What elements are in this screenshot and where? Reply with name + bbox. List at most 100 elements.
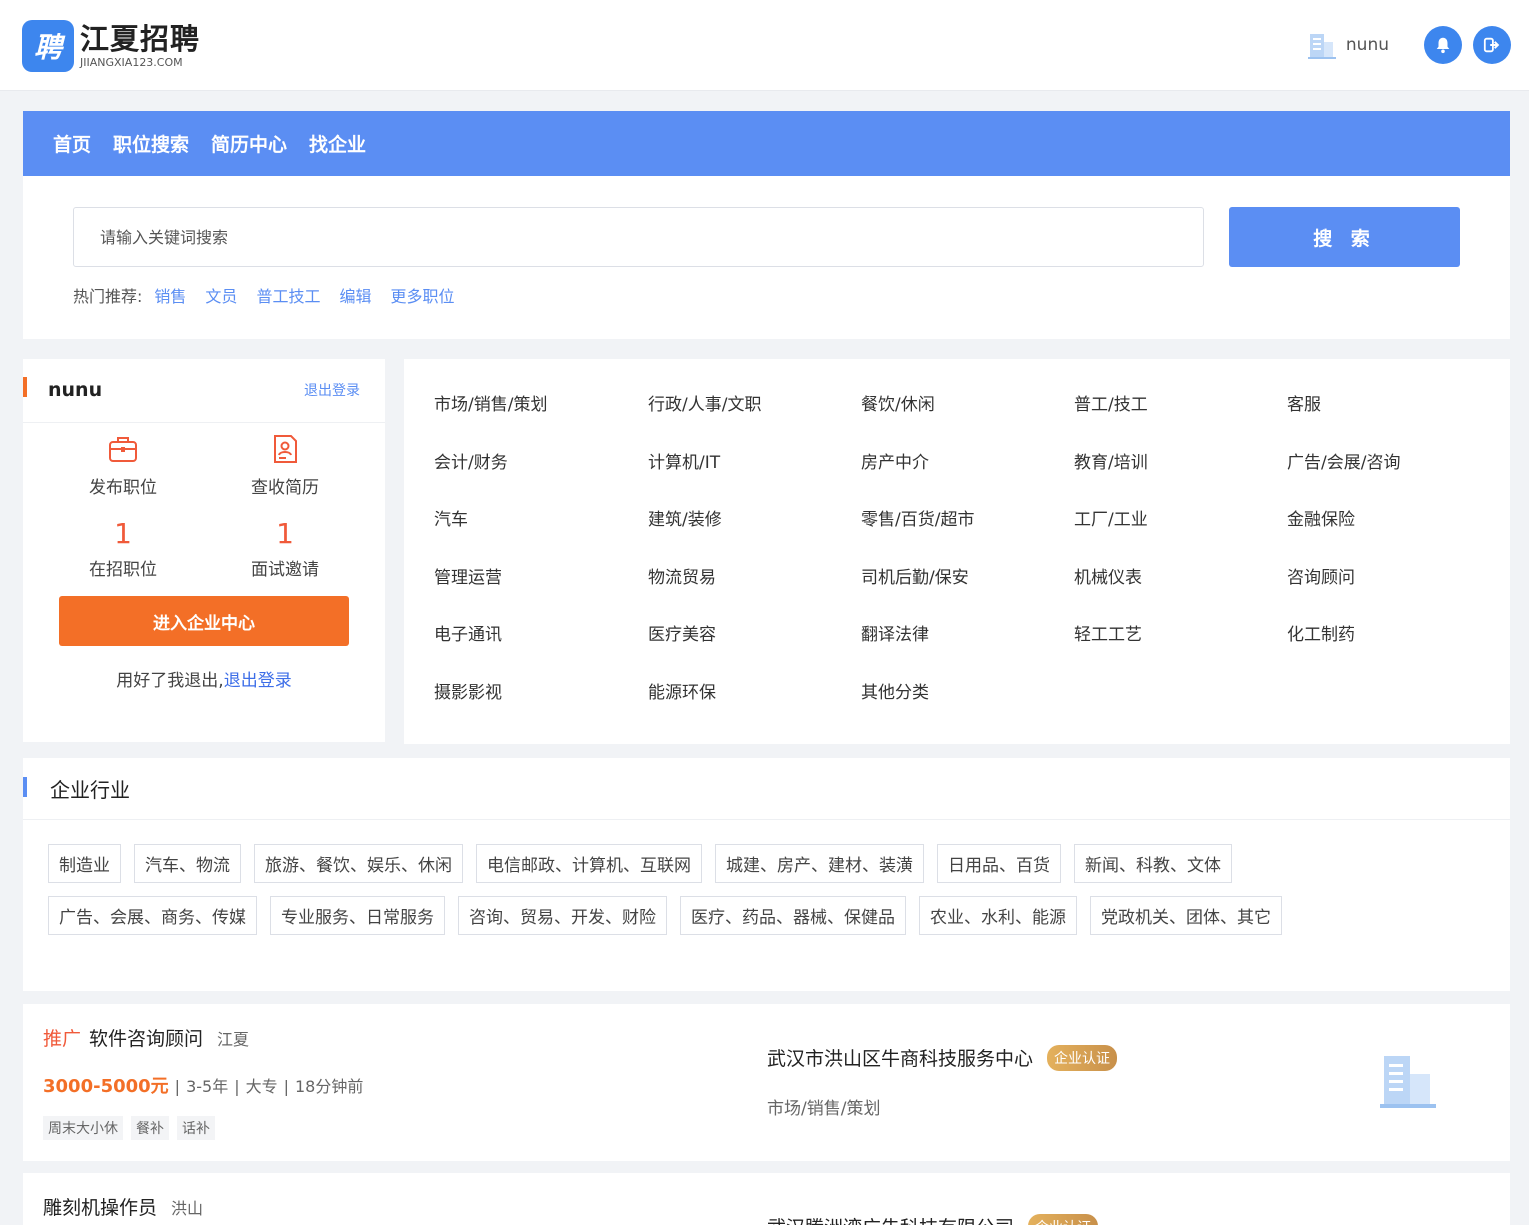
nav-item-find-company[interactable]: 找企业	[309, 130, 366, 157]
company-row: 武汉市洪山区牛商科技服务中心 企业认证	[767, 1044, 1118, 1071]
industry-row: 制造业 汽车、物流 旅游、餐饮、娱乐、休闲 电信邮政、计算机、互联网 城建、房产…	[48, 844, 1488, 883]
job-title[interactable]: 软件咨询顾问	[89, 1024, 203, 1051]
job-location: 洪山	[171, 1199, 204, 1218]
company-name[interactable]: 武汉腾洲湾广告科技有限公司	[767, 1213, 1014, 1225]
industry-tag[interactable]: 医疗、药品、器械、保健品	[680, 896, 906, 935]
industry-tag[interactable]: 旅游、餐饮、娱乐、休闲	[254, 844, 463, 883]
category-link[interactable]: 机械仪表	[1074, 563, 1142, 588]
hot-link-more[interactable]: 更多职位	[390, 283, 454, 307]
category-link[interactable]: 摄影影视	[434, 678, 502, 703]
job-card[interactable]: 推广 软件咨询顾问 江夏 3000-5000元 | 3-5年 | 大专 | 18…	[23, 1004, 1510, 1161]
check-resume-label: 查收简历	[251, 478, 319, 498]
post-job-button[interactable]: 发布职位	[43, 433, 203, 498]
category-link[interactable]: 教育/培训	[1074, 448, 1148, 473]
job-card[interactable]: 雕刻机操作员 洪山 武汉腾洲湾广告科技有限公司 企业认证	[23, 1173, 1510, 1225]
category-link[interactable]: 客服	[1287, 390, 1321, 415]
separator: |	[174, 1077, 181, 1096]
category-link[interactable]: 市场/销售/策划	[434, 390, 547, 415]
welfare-tag: 餐补	[131, 1116, 169, 1140]
category-link[interactable]: 广告/会展/咨询	[1287, 448, 1400, 473]
category-link[interactable]: 物流贸易	[648, 563, 716, 588]
job-title[interactable]: 雕刻机操作员	[43, 1193, 157, 1220]
logo-domain: JIIANGXIA123.COM	[80, 56, 183, 69]
job-welfare: 周末大小休 餐补 话补	[43, 1116, 223, 1140]
category-link[interactable]: 普工/技工	[1074, 390, 1148, 415]
industry-tag[interactable]: 新闻、科教、文体	[1074, 844, 1232, 883]
company-name[interactable]: 武汉市洪山区牛商科技服务中心	[767, 1044, 1033, 1071]
enter-company-center-button[interactable]: 进入企业中心	[59, 596, 349, 646]
industry-tag[interactable]: 制造业	[48, 844, 121, 883]
industry-header: 企业行业	[23, 758, 1510, 820]
category-link[interactable]: 翻译法律	[861, 620, 929, 645]
category-link[interactable]: 计算机/IT	[648, 448, 720, 473]
industry-tag[interactable]: 日用品、百货	[937, 844, 1061, 883]
industry-tag[interactable]: 汽车、物流	[134, 844, 241, 883]
industry-tag[interactable]: 咨询、贸易、开发、财险	[458, 896, 667, 935]
main-nav: 首页 职位搜索 简历中心 找企业	[23, 111, 1510, 176]
category-link[interactable]: 房产中介	[861, 448, 929, 473]
post-job-label: 发布职位	[89, 478, 157, 498]
industry-tag[interactable]: 专业服务、日常服务	[270, 896, 445, 935]
footer-text: 用好了我退出,	[116, 671, 224, 691]
category-link[interactable]: 工厂/工业	[1074, 505, 1148, 530]
bell-icon	[1436, 37, 1450, 54]
category-link[interactable]: 能源环保	[648, 678, 716, 703]
active-jobs-label: 在招职位	[89, 560, 157, 580]
industry-tag[interactable]: 农业、水利、能源	[919, 896, 1077, 935]
logout-link[interactable]: 退出登录	[224, 671, 292, 691]
category-link[interactable]: 行政/人事/文职	[648, 390, 761, 415]
header-username[interactable]: nunu	[1346, 35, 1389, 55]
category-link[interactable]: 轻工工艺	[1074, 620, 1142, 645]
logo-text: 江夏招聘 JIIANGXIA123.COM	[80, 22, 200, 70]
category-link[interactable]: 餐饮/休闲	[861, 390, 935, 415]
industry-tag[interactable]: 党政机关、团体、其它	[1090, 896, 1282, 935]
job-category-panel: 市场/销售/策划 行政/人事/文职 餐饮/休闲 普工/技工 客服 会计/财务 计…	[404, 359, 1510, 744]
separator: |	[283, 1077, 289, 1096]
active-jobs-stat[interactable]: 1 在招职位	[43, 517, 203, 580]
category-link[interactable]: 咨询顾问	[1287, 563, 1355, 588]
company-row: 武汉腾洲湾广告科技有限公司 企业认证	[767, 1213, 1099, 1225]
check-resume-button[interactable]: 查收简历	[205, 433, 365, 498]
category-link[interactable]: 管理运营	[434, 563, 502, 588]
category-link[interactable]: 医疗美容	[648, 620, 716, 645]
hot-link[interactable]: 文员	[205, 283, 237, 307]
interviews-count: 1	[276, 517, 294, 550]
category-link[interactable]: 零售/百货/超市	[861, 505, 974, 530]
hot-link[interactable]: 编辑	[339, 283, 371, 307]
verified-badge: 企业认证	[1047, 1044, 1118, 1071]
category-link[interactable]: 金融保险	[1287, 505, 1355, 530]
hot-link[interactable]: 普工技工	[256, 283, 320, 307]
industry-tags: 制造业 汽车、物流 旅游、餐饮、娱乐、休闲 电信邮政、计算机、互联网 城建、房产…	[48, 844, 1488, 948]
logout-button[interactable]	[1473, 26, 1511, 64]
user-card-footer: 用好了我退出,退出登录	[23, 666, 385, 691]
nav-item-home[interactable]: 首页	[53, 130, 91, 157]
category-link[interactable]: 其他分类	[861, 678, 929, 703]
site-logo[interactable]: 聘 江夏招聘 JIIANGXIA123.COM	[22, 20, 200, 72]
nav-item-job-search[interactable]: 职位搜索	[113, 130, 189, 157]
category-link[interactable]: 建筑/装修	[648, 505, 722, 530]
hot-link[interactable]: 销售	[154, 283, 186, 307]
category-link[interactable]: 会计/财务	[434, 448, 508, 473]
industry-tag[interactable]: 电信邮政、计算机、互联网	[476, 844, 702, 883]
notification-button[interactable]	[1424, 26, 1462, 64]
interviews-stat[interactable]: 1 面试邀请	[205, 517, 365, 580]
briefcase-icon	[109, 437, 137, 462]
category-link[interactable]: 电子通讯	[434, 620, 502, 645]
nav-item-resume-center[interactable]: 简历中心	[211, 130, 287, 157]
user-card: nunu 退出登录 发布职位 查收简历 1 在招职位 1 面试邀请 进入企业中心…	[23, 359, 385, 742]
category-link[interactable]: 汽车	[434, 505, 468, 530]
search-input[interactable]	[73, 207, 1204, 267]
industry-tag[interactable]: 广告、会展、商务、传媒	[48, 896, 257, 935]
company-industry: 市场/销售/策划	[767, 1099, 881, 1119]
welfare-tag: 周末大小休	[43, 1116, 123, 1140]
verified-badge: 企业认证	[1028, 1213, 1099, 1225]
category-link[interactable]: 化工制药	[1287, 620, 1355, 645]
resume-icon	[274, 435, 297, 463]
search-button[interactable]: 搜 索	[1229, 207, 1460, 267]
category-link[interactable]: 司机后勤/保安	[861, 563, 969, 588]
industry-tag[interactable]: 城建、房产、建材、装潢	[715, 844, 924, 883]
job-experience: 3-5年	[186, 1077, 229, 1096]
accent-bar	[23, 777, 27, 797]
logout-link-small[interactable]: 退出登录	[304, 380, 360, 400]
logo-badge-icon: 聘	[22, 20, 74, 72]
